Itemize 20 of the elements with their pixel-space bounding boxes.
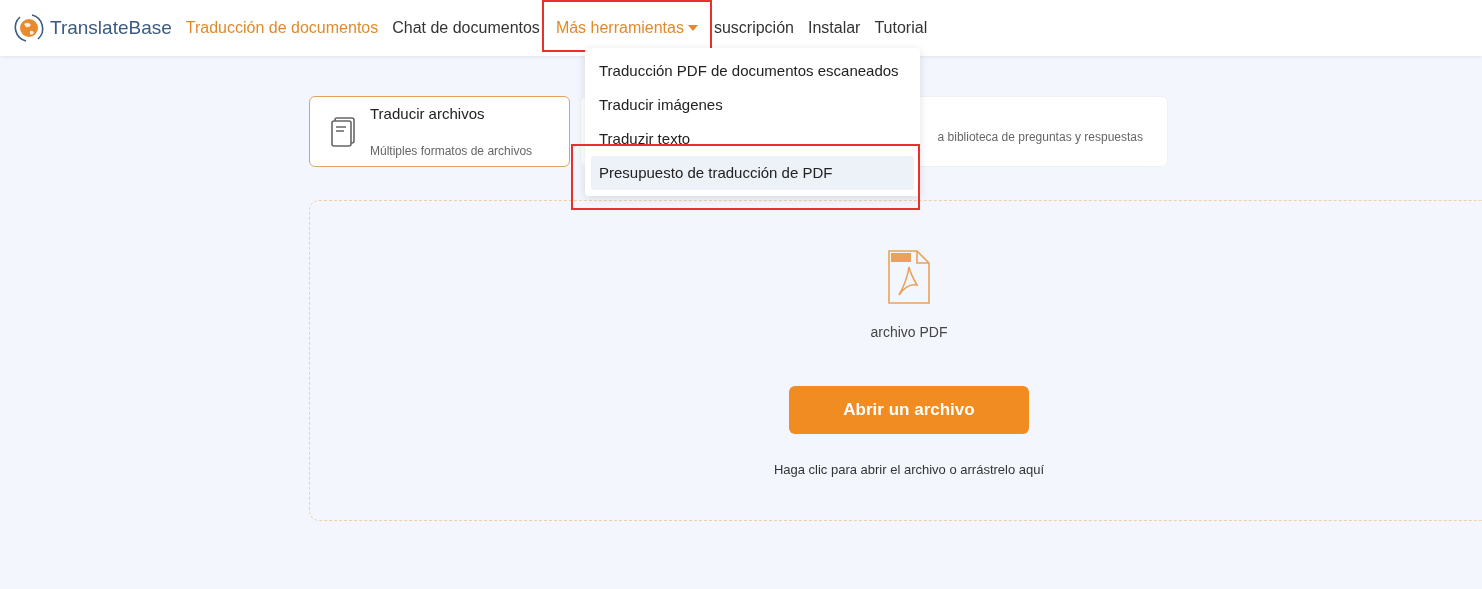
upload-drop-area[interactable]: archivo PDF Abrir un archivo Haga clic para abrir el archivo o arrástrelo aquí — [309, 200, 1482, 521]
card-subtitle: a biblioteca de preguntas y respuestas — [937, 128, 1143, 146]
nav-link[interactable]: suscripción — [713, 16, 794, 40]
file-type-label: archivo PDF — [870, 323, 948, 342]
menu-item[interactable]: Traducción PDF de documentos escaneados — [591, 54, 914, 88]
caret-icon — [687, 25, 698, 31]
nav-link[interactable]: Chat de documentos — [392, 16, 540, 40]
card-subtitle: Múltiples formatos de archivos — [370, 142, 533, 160]
documents-icon — [330, 116, 356, 147]
menu-item[interactable]: Traducir imágenes — [591, 88, 914, 122]
menu-item[interactable]: Traduzir texto — [591, 122, 914, 156]
nav-link[interactable]: Tutorial — [874, 16, 928, 40]
menu-item[interactable]: Presupuesto de traducción de PDF — [591, 156, 914, 190]
upload-hint: Haga clic para abrir el archivo o arrástrelo aquí — [773, 461, 1045, 479]
brand-name[interactable]: TranslateBase — [50, 13, 172, 43]
mode-card[interactable]: Traducir archivos Múltiples formatos de archivos — [309, 96, 570, 167]
card-title: Traducir archivos — [370, 104, 486, 125]
pdf-file-icon — [887, 249, 931, 305]
globe-logo-icon — [12, 11, 46, 45]
nav-link[interactable]: Instalar — [807, 16, 861, 40]
